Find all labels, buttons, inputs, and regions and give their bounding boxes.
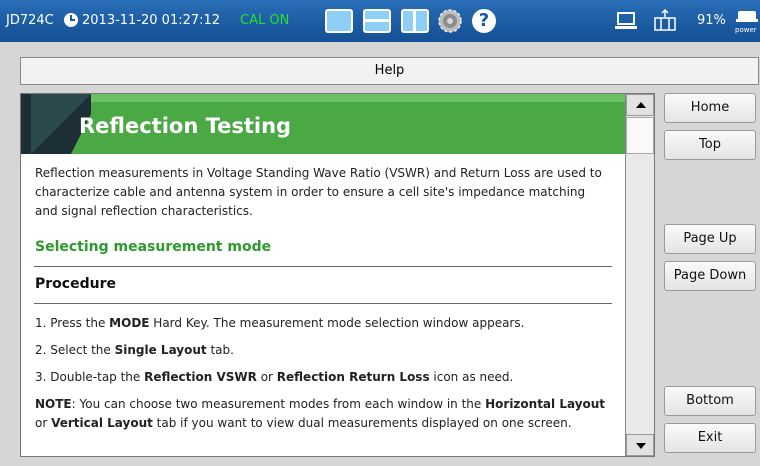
power-label: power bbox=[735, 26, 757, 34]
vertical-scrollbar[interactable] bbox=[625, 94, 654, 456]
scroll-thumb[interactable] bbox=[626, 117, 654, 154]
step-1: 1. Press the MODE Hard Key. The measurem… bbox=[21, 316, 625, 330]
page-title: Reflection Testing bbox=[79, 114, 292, 138]
procedure-heading: Procedure bbox=[35, 276, 116, 292]
clock-icon bbox=[64, 13, 78, 27]
help-title-bar: Help bbox=[20, 57, 759, 85]
divider bbox=[34, 266, 612, 267]
layout-single-icon[interactable] bbox=[325, 9, 353, 33]
page-up-button[interactable]: Page Up bbox=[664, 224, 756, 254]
step-1-text: Hard Key. The measurement mode selection… bbox=[149, 316, 525, 330]
mode-key-label: MODE bbox=[109, 316, 150, 330]
divider bbox=[34, 303, 612, 304]
title-banner: Reflection Testing bbox=[21, 94, 625, 154]
bottom-button[interactable]: Bottom bbox=[664, 386, 756, 416]
section-heading: Selecting measurement mode bbox=[35, 239, 272, 255]
note-text: or bbox=[35, 416, 52, 430]
power-plug-icon: power bbox=[735, 11, 758, 34]
vertical-layout-label: Vertical Layout bbox=[51, 416, 153, 430]
help-content[interactable]: Reflection Testing Reflection measuremen… bbox=[21, 94, 625, 456]
note-paragraph: NOTE: You can choose two measurement mod… bbox=[21, 395, 625, 433]
laptop-icon bbox=[615, 12, 637, 29]
exit-button[interactable]: Exit bbox=[664, 423, 756, 453]
network-icon bbox=[654, 8, 676, 31]
status-bar: JD724C 2013-11-20 01:27:12 CAL ON ? 91% … bbox=[0, 0, 760, 42]
horizontal-layout-label: Horizontal Layout bbox=[485, 397, 606, 411]
intro-paragraph: Reflection measurements in Voltage Stand… bbox=[35, 166, 602, 218]
step-3-text: icon as need. bbox=[429, 370, 514, 384]
help-title: Help bbox=[374, 63, 405, 78]
single-layout-label: Single Layout bbox=[114, 343, 207, 357]
top-button[interactable]: Top bbox=[664, 130, 756, 160]
calibration-status: CAL ON bbox=[240, 13, 290, 28]
date-time: 2013-11-20 01:27:12 bbox=[82, 13, 221, 28]
step-2-text: tab. bbox=[206, 343, 234, 357]
step-1-text: 1. Press the bbox=[35, 316, 110, 330]
note-text: : You can choose two measurement modes f… bbox=[71, 397, 486, 411]
step-2: 2. Select the Single Layout tab. bbox=[21, 343, 625, 357]
layout-vertical-icon[interactable] bbox=[401, 9, 429, 33]
scroll-up-icon[interactable] bbox=[626, 94, 654, 116]
help-question-icon[interactable]: ? bbox=[472, 9, 496, 33]
home-button[interactable]: Home bbox=[664, 93, 756, 123]
reflection-return-loss-label: Reflection Return Loss bbox=[276, 370, 430, 384]
scroll-down-icon[interactable] bbox=[626, 434, 654, 456]
reflection-vswr-label: Reflection VSWR bbox=[144, 370, 257, 384]
step-2-text: 2. Select the bbox=[35, 343, 115, 357]
help-content-panel: Reflection Testing Reflection measuremen… bbox=[20, 93, 655, 457]
step-3-text: 3. Double-tap the bbox=[35, 370, 145, 384]
gear-icon[interactable] bbox=[437, 8, 463, 34]
step-3-text: or bbox=[256, 370, 277, 384]
layout-horizontal-icon[interactable] bbox=[363, 9, 391, 33]
note-label: NOTE bbox=[35, 397, 72, 411]
note-text: tab if you want to view dual measurement… bbox=[152, 416, 572, 430]
step-3: 3. Double-tap the Reflection VSWR or Ref… bbox=[21, 370, 625, 384]
battery-percent: 91% bbox=[697, 13, 726, 28]
page-down-button[interactable]: Page Down bbox=[664, 261, 756, 291]
instrument-model: JD724C bbox=[6, 13, 54, 28]
